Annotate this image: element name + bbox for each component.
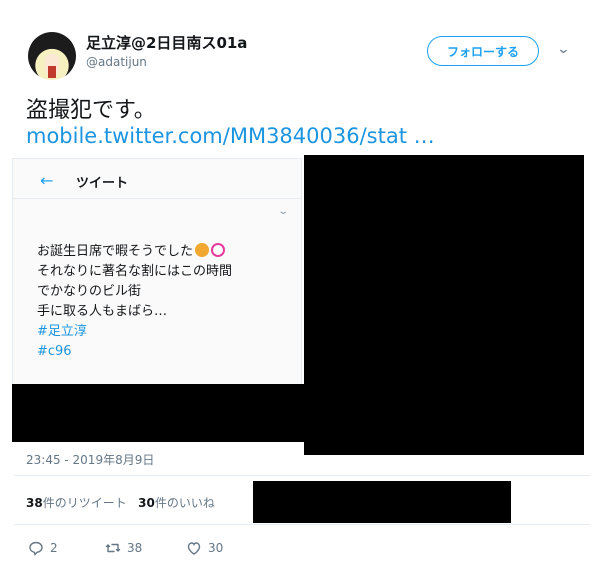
like-count[interactable]: 30 <box>138 496 155 510</box>
retweet-action-count: 38 <box>127 541 143 555</box>
embedded-tweet-body: お誕生日席で暇そうでした それなりに著名な割にはこの時間 でかなりのビル街 手に… <box>37 242 232 362</box>
heart-icon <box>187 542 201 555</box>
like-button[interactable]: 30 <box>186 540 223 556</box>
embedded-line: お誕生日席で暇そうでした <box>37 242 232 262</box>
tweet-timestamp[interactable]: 23:45 - 2019年8月9日 <box>26 451 154 468</box>
redaction-block <box>253 481 511 523</box>
reply-icon <box>29 541 43 556</box>
embedded-line: 手に取る人もまばら… <box>37 304 168 319</box>
naruto-emoji-icon <box>211 243 226 257</box>
like-action-count: 30 <box>208 541 224 555</box>
avatar[interactable] <box>28 32 76 80</box>
retweet-button[interactable]: 38 <box>105 540 142 556</box>
divider <box>14 524 590 525</box>
tweet-text: 盗撮犯です。 <box>26 98 156 123</box>
display-name[interactable]: 足立淳@2日目南ス01a <box>86 32 247 53</box>
chevron-down-icon[interactable]: ⌄ <box>556 42 570 57</box>
chevron-down-icon: ⌄ <box>277 206 290 217</box>
reply-count: 2 <box>50 541 58 555</box>
redaction-block <box>12 384 304 442</box>
engagement-stats: 38件のリツイート 30件のいいね <box>26 494 215 511</box>
embedded-line: でかなりのビル街 <box>37 284 142 299</box>
tweet-link[interactable]: mobile.twitter.com/MM3840036/stat … <box>26 124 435 148</box>
embedded-divider <box>12 198 302 199</box>
reply-button[interactable]: 2 <box>28 540 58 556</box>
embedded-header-title: ツイート <box>76 176 129 191</box>
retweet-count-label[interactable]: 件のリツイート <box>43 496 127 510</box>
ramen-emoji-icon <box>195 243 210 257</box>
user-handle[interactable]: @adatijun <box>86 55 147 69</box>
like-count-label[interactable]: 件のいいね <box>155 496 215 510</box>
retweet-count[interactable]: 38 <box>26 496 43 510</box>
follow-button[interactable]: フォローする <box>427 36 539 66</box>
embedded-hashtag: #c96 <box>37 344 72 359</box>
embedded-line: それなりに著名な割にはこの時間 <box>37 264 233 279</box>
embedded-hashtag: #足立淳 <box>37 324 87 339</box>
divider <box>14 475 590 476</box>
arrow-left-icon: ← <box>40 171 54 190</box>
retweet-icon <box>105 543 121 553</box>
redaction-block <box>304 155 584 455</box>
